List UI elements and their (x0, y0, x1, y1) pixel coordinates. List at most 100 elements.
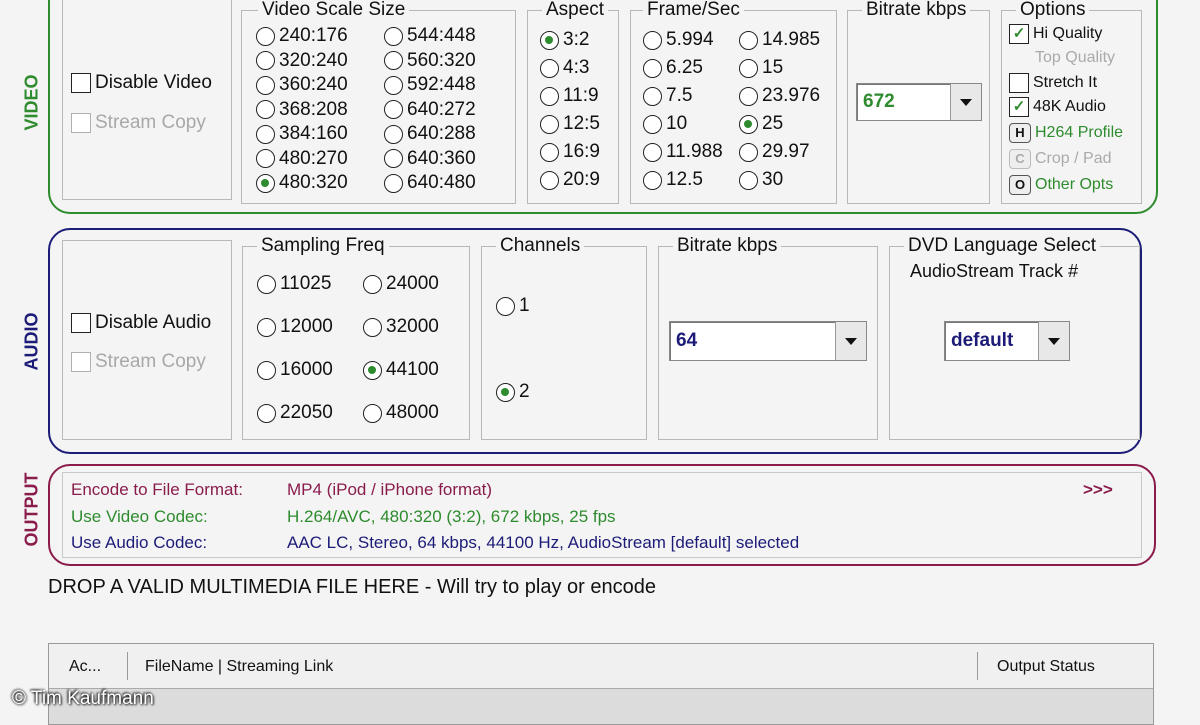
aspect-radio[interactable]: 16:9 (540, 141, 600, 163)
crop-pad-button[interactable]: C Crop / Pad (1009, 149, 1111, 169)
scale-radio[interactable]: 560:320 (384, 50, 476, 72)
disable-audio-checkbox[interactable]: Disable Audio (71, 312, 211, 334)
scale-radio-label: 560:320 (407, 49, 476, 71)
top-quality-checkbox[interactable]: Top Quality (1035, 49, 1115, 67)
watermark: © Tim Kaufmann (12, 688, 154, 709)
hi-quality-label: Hi Quality (1033, 25, 1103, 42)
fps-radio[interactable]: 12.5 (643, 169, 703, 191)
dropdown-arrow-icon[interactable] (950, 84, 981, 120)
freq-radio[interactable]: 44100 (363, 359, 439, 381)
fps-radio[interactable]: 15 (739, 57, 783, 79)
disable-video-checkbox[interactable]: Disable Video (71, 72, 212, 94)
radio-circle-icon (256, 26, 275, 46)
video-bitrate-combo[interactable]: 672 (856, 83, 982, 121)
col-filename-header[interactable]: FileName | Streaming Link (145, 658, 333, 676)
freq-radio[interactable]: 48000 (363, 402, 439, 424)
freq-radio[interactable]: 24000 (363, 273, 439, 295)
fps-radio[interactable]: 10 (643, 113, 687, 135)
video-bitrate-legend: Bitrate kbps (862, 0, 971, 21)
dropdown-arrow-icon[interactable] (1038, 322, 1069, 360)
scale-radio[interactable]: 640:288 (384, 123, 476, 145)
channels-panel: Channels 1 2 (481, 235, 647, 440)
scale-radio[interactable]: 480:270 (256, 148, 348, 170)
aspect-radio[interactable]: 11:9 (540, 85, 599, 107)
scale-radio[interactable]: 544:448 (384, 25, 476, 47)
radio-circle-icon (384, 173, 403, 193)
aspect-radio-label: 16:9 (563, 141, 600, 162)
radio-circle-icon (540, 86, 559, 106)
scale-radio[interactable]: 480:320 (256, 172, 348, 194)
scale-radio[interactable]: 640:272 (384, 99, 476, 121)
audiostream-track-label: AudioStream Track # (910, 261, 1079, 281)
aspect-radio[interactable]: 20:9 (540, 169, 600, 191)
freq-radio[interactable]: 22050 (257, 402, 333, 424)
aspect-radio-label: 3:2 (563, 29, 590, 50)
disable-audio-label: Disable Audio (95, 312, 212, 333)
other-opts-button[interactable]: O Other Opts (1009, 175, 1113, 195)
fps-radio[interactable]: 30 (739, 169, 783, 191)
fps-radio[interactable]: 14.985 (739, 29, 820, 51)
scale-radio[interactable]: 384:160 (256, 123, 348, 145)
radio-circle-icon (363, 403, 382, 423)
col-status-header[interactable]: Output Status (997, 658, 1095, 676)
dropdown-arrow-icon[interactable] (835, 322, 866, 360)
audio-track-combo[interactable]: default (944, 321, 1070, 361)
video-stream-copy-checkbox[interactable]: Stream Copy (71, 112, 206, 134)
crop-pad-label: Crop / Pad (1035, 150, 1112, 167)
scale-radio[interactable]: 360:240 (256, 74, 348, 96)
channel-radio[interactable]: 2 (496, 381, 530, 403)
stretch-checkbox[interactable]: Stretch It (1009, 73, 1097, 93)
scale-radio-label: 384:160 (279, 123, 348, 144)
scale-radio-label: 240:176 (279, 25, 348, 46)
fps-radio-label: 25 (762, 113, 784, 134)
more-arrows-button[interactable]: >>> (1083, 480, 1113, 500)
scale-radio-label: 360:240 (279, 74, 348, 95)
radio-circle-icon (540, 170, 559, 190)
col-action-header[interactable]: Ac... (69, 658, 101, 676)
drop-zone-text[interactable]: DROP A VALID MULTIMEDIA FILE HERE - Will… (48, 576, 656, 599)
h264-profile-button[interactable]: H H264 Profile (1009, 123, 1123, 143)
audio-track-value: default (951, 330, 1014, 351)
file-table: Ac... FileName | Streaming Link Output S… (48, 643, 1154, 725)
freq-radio[interactable]: 11025 (257, 273, 331, 295)
scale-radio-label: 640:360 (407, 147, 476, 169)
freq-radio[interactable]: 12000 (257, 316, 333, 338)
audio-section-label: AUDIO (21, 312, 42, 371)
fps-radio[interactable]: 11.988 (643, 141, 723, 163)
radio-circle-icon (384, 26, 403, 46)
options-legend: Options (1016, 0, 1090, 21)
scale-radio[interactable]: 592:448 (384, 74, 476, 96)
channel-radio[interactable]: 1 (496, 295, 530, 317)
fps-radio-label: 14.985 (762, 29, 821, 50)
fps-radio[interactable]: 5.994 (643, 29, 714, 51)
freq-radio[interactable]: 16000 (257, 359, 333, 381)
radio-circle-icon (257, 317, 276, 337)
fps-radio[interactable]: 7.5 (643, 85, 692, 107)
fps-radio[interactable]: 23.976 (739, 85, 820, 107)
radio-circle-icon (257, 403, 276, 423)
fps-radio[interactable]: 29.97 (739, 141, 810, 163)
aspect-radio[interactable]: 12:5 (540, 113, 600, 135)
radio-circle-icon (256, 51, 275, 70)
fps-legend: Frame/Sec (643, 0, 744, 21)
aspect-radio[interactable]: 4:3 (540, 57, 589, 79)
freq-radio-label: 11025 (280, 273, 332, 294)
scale-radio[interactable]: 640:480 (384, 172, 476, 194)
hi-quality-checkbox[interactable]: ✓ Hi Quality (1009, 24, 1102, 44)
freq-radio[interactable]: 32000 (363, 316, 439, 338)
radio-circle-icon (739, 30, 758, 50)
video-stream-copy-label: Stream Copy (95, 112, 206, 133)
aspect-radio[interactable]: 3:2 (540, 29, 589, 51)
fps-radio-label: 11.988 (666, 141, 723, 162)
audio-stream-copy-checkbox[interactable]: Stream Copy (71, 351, 206, 373)
fps-radio[interactable]: 25 (739, 113, 783, 135)
scale-radio[interactable]: 640:360 (384, 148, 476, 170)
output-section-label: OUTPUT (21, 472, 42, 547)
audio-bitrate-combo[interactable]: 64 (669, 321, 867, 361)
scale-radio[interactable]: 240:176 (256, 25, 348, 47)
scale-radio[interactable]: 320:240 (256, 50, 348, 72)
audio-48k-checkbox[interactable]: ✓ 48K Audio (1009, 97, 1106, 117)
fps-radio[interactable]: 6.25 (643, 57, 703, 79)
radio-circle-icon (257, 360, 276, 380)
scale-radio[interactable]: 368:208 (256, 99, 348, 121)
